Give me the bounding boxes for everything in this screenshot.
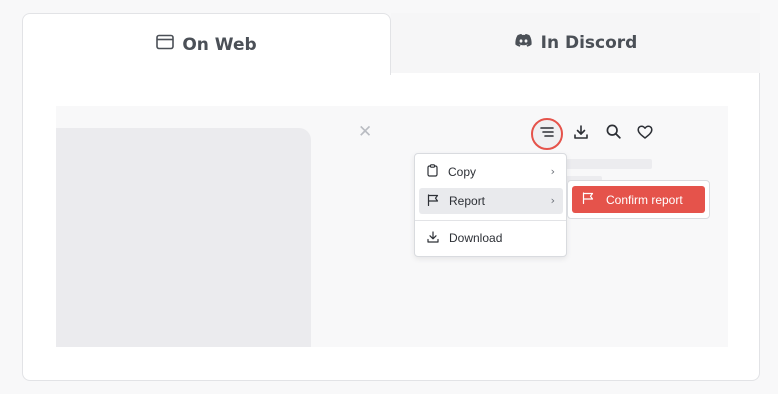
tab-in-discord-label: In Discord — [540, 33, 638, 53]
confirm-report-button[interactable]: Confirm report — [572, 186, 705, 213]
menu-item-download-label: Download — [449, 231, 503, 245]
chevron-right-icon: › — [550, 165, 555, 178]
search-button[interactable] — [599, 120, 627, 148]
menu-item-copy[interactable]: Copy › — [419, 159, 563, 185]
download-icon — [427, 230, 439, 246]
menu-icon — [540, 125, 554, 143]
menu-button[interactable] — [531, 118, 563, 150]
tab-on-web[interactable]: On Web — [22, 13, 391, 75]
flag-icon — [582, 192, 594, 207]
confirm-report-label: Confirm report — [606, 192, 683, 207]
report-submenu: Confirm report — [567, 180, 710, 219]
search-icon — [606, 124, 621, 144]
menu-item-report[interactable]: Report › — [419, 188, 563, 214]
tab-panel: ✕ Copy › Report › Download Confirm repor… — [22, 73, 760, 381]
flag-icon — [427, 193, 439, 209]
menu-item-report-label: Report — [449, 194, 486, 208]
chevron-right-icon: › — [550, 194, 555, 207]
tab-on-web-label: On Web — [182, 34, 257, 55]
download-icon — [574, 124, 588, 144]
menu-divider — [415, 220, 566, 221]
tabs-card: On Web In Discord ✕ Copy › Report › Down… — [22, 13, 760, 381]
clipboard-icon — [427, 164, 438, 180]
download-button[interactable] — [567, 120, 595, 148]
browser-window-icon — [156, 34, 175, 55]
skeleton-line — [566, 159, 652, 169]
close-icon[interactable]: ✕ — [358, 122, 372, 142]
menu-item-download[interactable]: Download — [419, 225, 563, 251]
tab-in-discord[interactable]: In Discord — [391, 13, 760, 74]
favorite-button[interactable] — [631, 120, 659, 148]
context-menu: Copy › Report › Download — [414, 153, 567, 257]
menu-item-copy-label: Copy — [448, 165, 477, 179]
discord-icon — [514, 33, 533, 53]
heart-icon — [637, 124, 653, 144]
image-placeholder — [56, 128, 311, 347]
web-preview: ✕ Copy › Report › Download Confirm repor… — [56, 106, 728, 347]
